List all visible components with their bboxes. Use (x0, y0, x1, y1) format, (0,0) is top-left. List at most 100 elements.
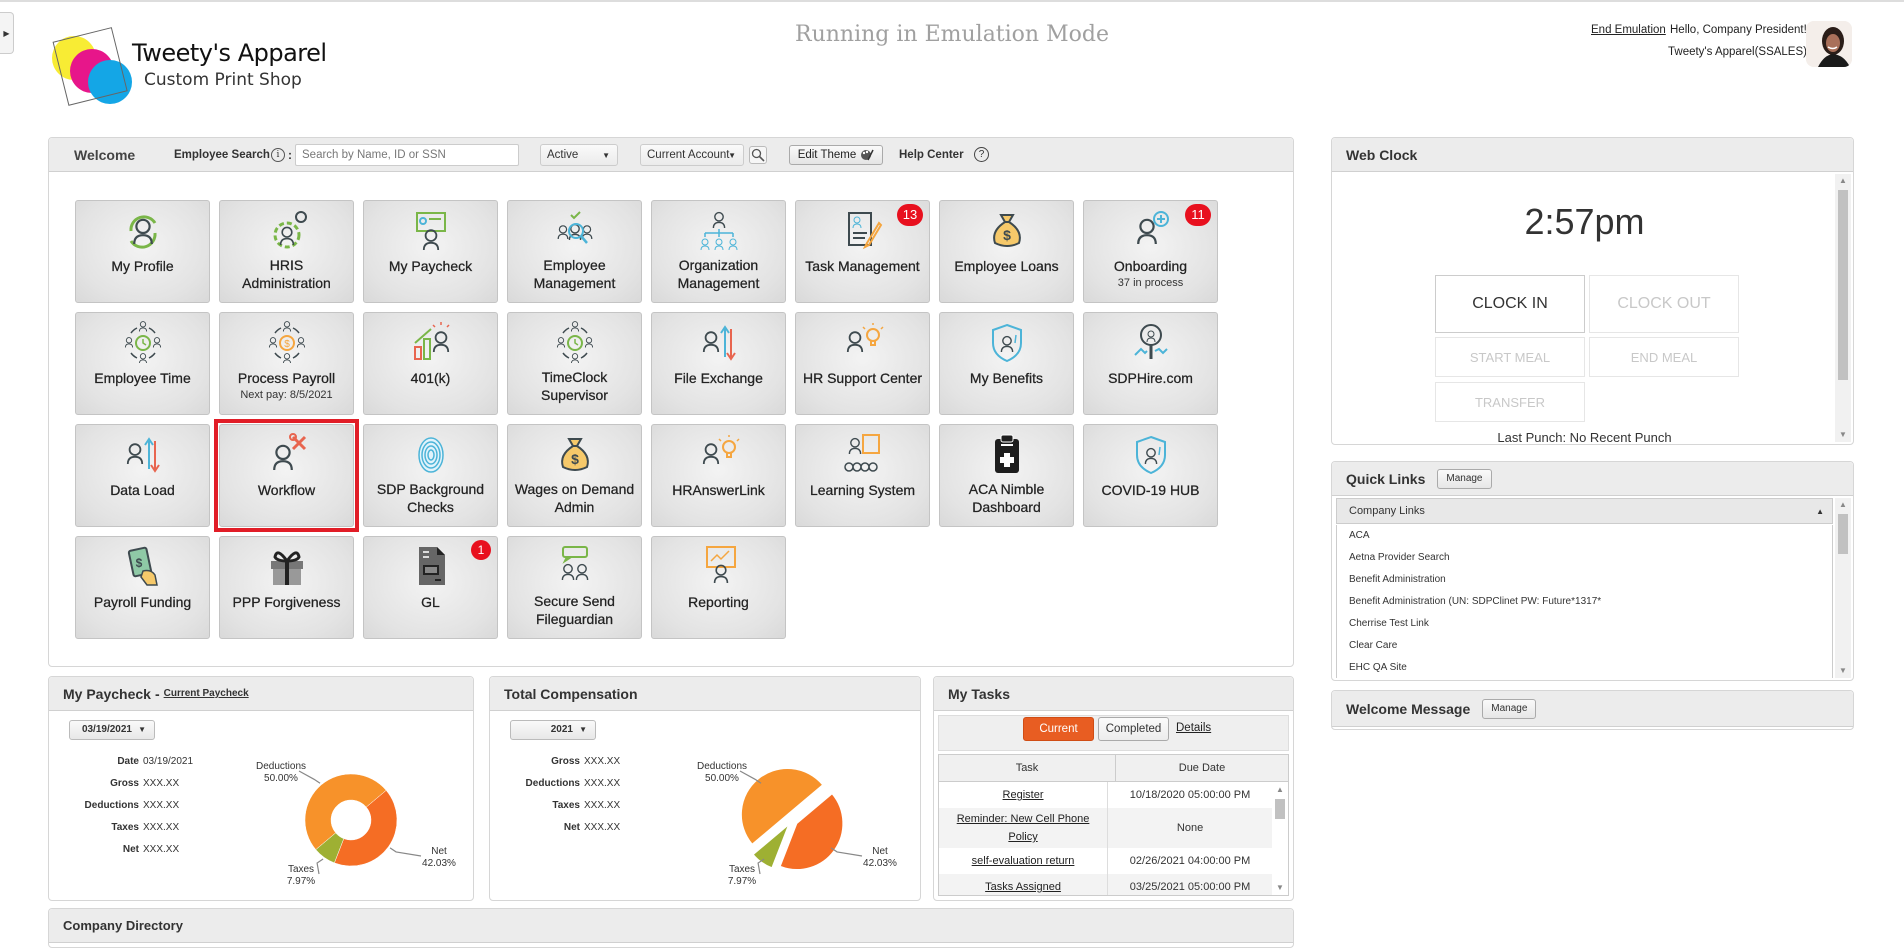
summary-key: Date (117, 756, 139, 767)
quick-link-item[interactable]: Aetna Provider Search (1337, 547, 1832, 569)
palette-icon (861, 149, 874, 161)
edit-theme-label: Edit Theme (797, 149, 857, 161)
tile-my-profile[interactable]: My Profile (75, 200, 210, 303)
tile-employee-loans[interactable]: $ Employee Loans (939, 200, 1074, 303)
account-select[interactable]: Current Account ▼ (640, 144, 744, 166)
tile-label: Payroll Funding (93, 594, 192, 610)
quick-link-item[interactable]: Clear Care (1337, 635, 1832, 657)
tile-task-management[interactable]: Task Management 13 (795, 200, 930, 303)
scroll-up-icon[interactable]: ▲ (1835, 498, 1851, 512)
tasks-details-link[interactable]: Details (1176, 722, 1211, 734)
clock-in-button[interactable]: CLOCK IN (1435, 275, 1585, 333)
end-emulation-link[interactable]: End Emulation (1591, 24, 1666, 36)
team-clock-icon (508, 319, 641, 365)
tile-my-benefits[interactable]: My Benefits (939, 312, 1074, 415)
clock-out-button[interactable]: CLOCK OUT (1589, 275, 1739, 333)
tab-current[interactable]: Current (1023, 717, 1094, 741)
quick-link-item[interactable]: Cherrise Test Link (1337, 613, 1832, 635)
tile-secure-send-fileguardian[interactable]: Secure Send Fileguardian (507, 536, 642, 639)
tile-onboarding[interactable]: Onboarding 37 in process 11 (1083, 200, 1218, 303)
employee-search-input[interactable] (295, 144, 519, 166)
tile-401-k[interactable]: 401(k) (363, 312, 498, 415)
quick-link-item[interactable]: Benefit Administration (UN: SDPClinet PW… (1337, 591, 1832, 613)
scrollbar-thumb[interactable] (1275, 799, 1285, 819)
svg-text:$: $ (135, 556, 142, 570)
paycheck-date-value: 03/19/2021 (81, 724, 132, 735)
paycheck-date-select[interactable]: 03/19/2021 ▼ (69, 720, 155, 740)
web-clock-scrollbar[interactable]: ▲ ▼ (1835, 174, 1851, 442)
tile-employee-time[interactable]: Employee Time (75, 312, 210, 415)
search-icon (751, 148, 765, 162)
transfer-button[interactable]: TRANSFER (1435, 382, 1585, 422)
collapse-up-icon[interactable]: ▲ (1816, 507, 1824, 516)
tile-learning-system[interactable]: Learning System (795, 424, 930, 527)
task-link[interactable]: self-evaluation return (939, 848, 1109, 874)
tile-covid-19-hub[interactable]: COVID-19 HUB (1083, 424, 1218, 527)
clock-time: 2:57pm (1524, 201, 1645, 242)
scroll-down-icon[interactable]: ▼ (1835, 664, 1851, 678)
tasks-scrollbar[interactable]: ▲ ▼ (1272, 783, 1288, 895)
medical-clipboard-icon (940, 431, 1073, 477)
start-meal-button[interactable]: START MEAL (1435, 337, 1585, 377)
scroll-down-icon[interactable]: ▼ (1272, 881, 1288, 895)
welcome-message-manage-button[interactable]: Manage (1482, 698, 1537, 719)
tile-aca-nimble-dashboard[interactable]: ACA Nimble Dashboard (939, 424, 1074, 527)
tile-label: Employee Management (533, 257, 616, 291)
tile-label: Organization Management (677, 257, 760, 291)
help-center-link[interactable]: Help Center (899, 149, 964, 161)
tile-label: My Profile (111, 258, 174, 274)
tile-data-load[interactable]: Data Load (75, 424, 210, 527)
tab-completed[interactable]: Completed (1098, 717, 1169, 741)
edit-theme-button[interactable]: Edit Theme (789, 145, 883, 165)
money-bag-icon: $ (940, 207, 1073, 253)
col-due-date: Due Date (1178, 762, 1226, 774)
tile-gl[interactable]: GL 1 (363, 536, 498, 639)
tile-ppp-forgiveness[interactable]: PPP Forgiveness (219, 536, 354, 639)
tile-sdphire-com[interactable]: SDPHire.com (1083, 312, 1218, 415)
account-search-button[interactable] (749, 146, 767, 164)
task-link[interactable]: Register (939, 782, 1109, 808)
tile-timeclock-supervisor[interactable]: TimeClock Supervisor (507, 312, 642, 415)
scroll-up-icon[interactable]: ▲ (1272, 783, 1288, 797)
quick-links-manage-button[interactable]: Manage (1437, 468, 1492, 489)
company-links-group[interactable]: Company Links ▲ (1336, 498, 1833, 524)
tile-wages-on-demand-admin[interactable]: $ Wages on Demand Admin (507, 424, 642, 527)
tile-hr-support-center[interactable]: HR Support Center (795, 312, 930, 415)
scroll-up-icon[interactable]: ▲ (1835, 174, 1851, 188)
quick-link-item[interactable]: EHC QA Site (1337, 657, 1832, 678)
current-paycheck-link[interactable]: Current Paycheck (164, 688, 249, 699)
tile-payroll-funding[interactable]: $ Payroll Funding (75, 536, 210, 639)
team-clock-icon (76, 319, 209, 365)
info-icon[interactable]: i (271, 147, 285, 162)
quick-links-scrollbar[interactable]: ▲ ▼ (1835, 498, 1851, 678)
title-separator: - (154, 685, 160, 702)
quick-link-item[interactable]: ACA (1337, 525, 1832, 547)
tile-my-paycheck[interactable]: My Paycheck (363, 200, 498, 303)
tile-sdp-background-checks[interactable]: SDP Background Checks (363, 424, 498, 527)
help-icon[interactable]: ? (974, 147, 989, 162)
status-select[interactable]: Active ▼ (540, 144, 618, 166)
task-link[interactable]: Reminder: New Cell Phone Policy (939, 808, 1109, 848)
last-punch-text: Last Punch: No Recent Punch (1497, 430, 1672, 442)
tile-file-exchange[interactable]: File Exchange (651, 312, 786, 415)
tile-reporting[interactable]: Reporting (651, 536, 786, 639)
end-meal-button[interactable]: END MEAL (1589, 337, 1739, 377)
tile-hranswerlink[interactable]: HRAnswerLink (651, 424, 786, 527)
sidebar-toggle-button[interactable]: ▶ (0, 12, 14, 54)
my-tasks-title: My Tasks (934, 677, 1293, 711)
tile-process-payroll[interactable]: $ Process Payroll Next pay: 8/5/2021 (219, 312, 354, 415)
tile-label: File Exchange (674, 370, 763, 386)
scrollbar-thumb[interactable] (1838, 514, 1848, 554)
scroll-down-icon[interactable]: ▼ (1835, 428, 1851, 442)
summary-key: Taxes (111, 822, 139, 833)
web-clock-body: 2:57pm CLOCK IN CLOCK OUT START MEAL END… (1334, 174, 1851, 442)
task-due-date: 02/26/2021 04:00:00 PM (1129, 855, 1251, 867)
quick-link-item[interactable]: Benefit Administration (1337, 569, 1832, 591)
compensation-year-select[interactable]: 2021 ▼ (510, 720, 596, 740)
tile-employee-management[interactable]: Employee Management (507, 200, 642, 303)
task-link[interactable]: Tasks Assigned (939, 874, 1109, 895)
tile-hris-administration[interactable]: HRIS Administration (219, 200, 354, 303)
avatar[interactable] (1806, 21, 1852, 67)
tile-organization-management[interactable]: Organization Management (651, 200, 786, 303)
scrollbar-thumb[interactable] (1838, 190, 1848, 380)
